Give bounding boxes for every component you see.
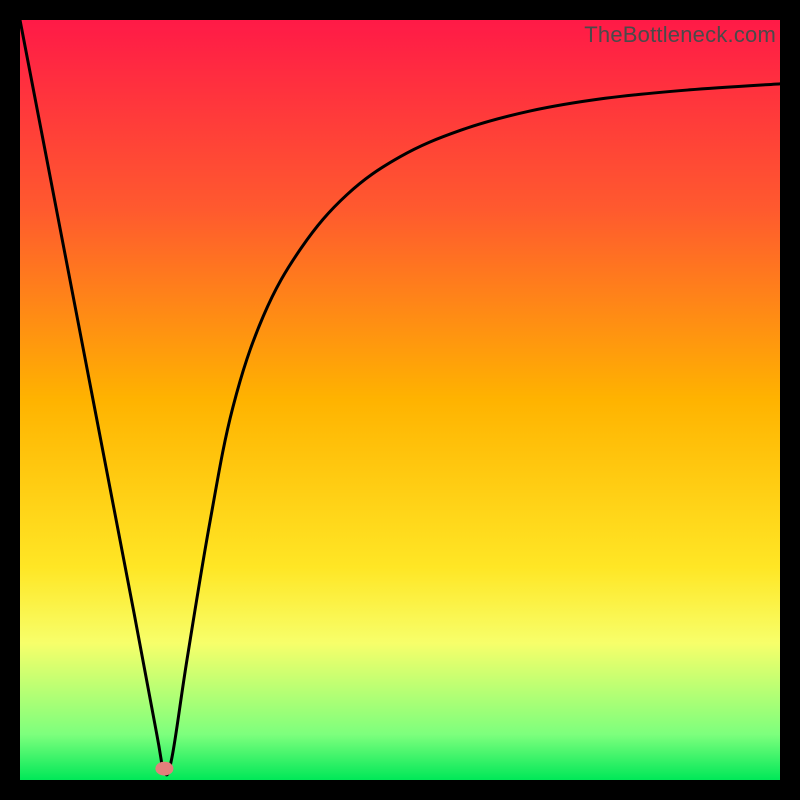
chart-frame	[20, 20, 780, 780]
chart-background	[20, 20, 780, 780]
chart-plot	[20, 20, 780, 780]
data-marker	[155, 762, 173, 776]
watermark-label: TheBottleneck.com	[584, 22, 776, 48]
